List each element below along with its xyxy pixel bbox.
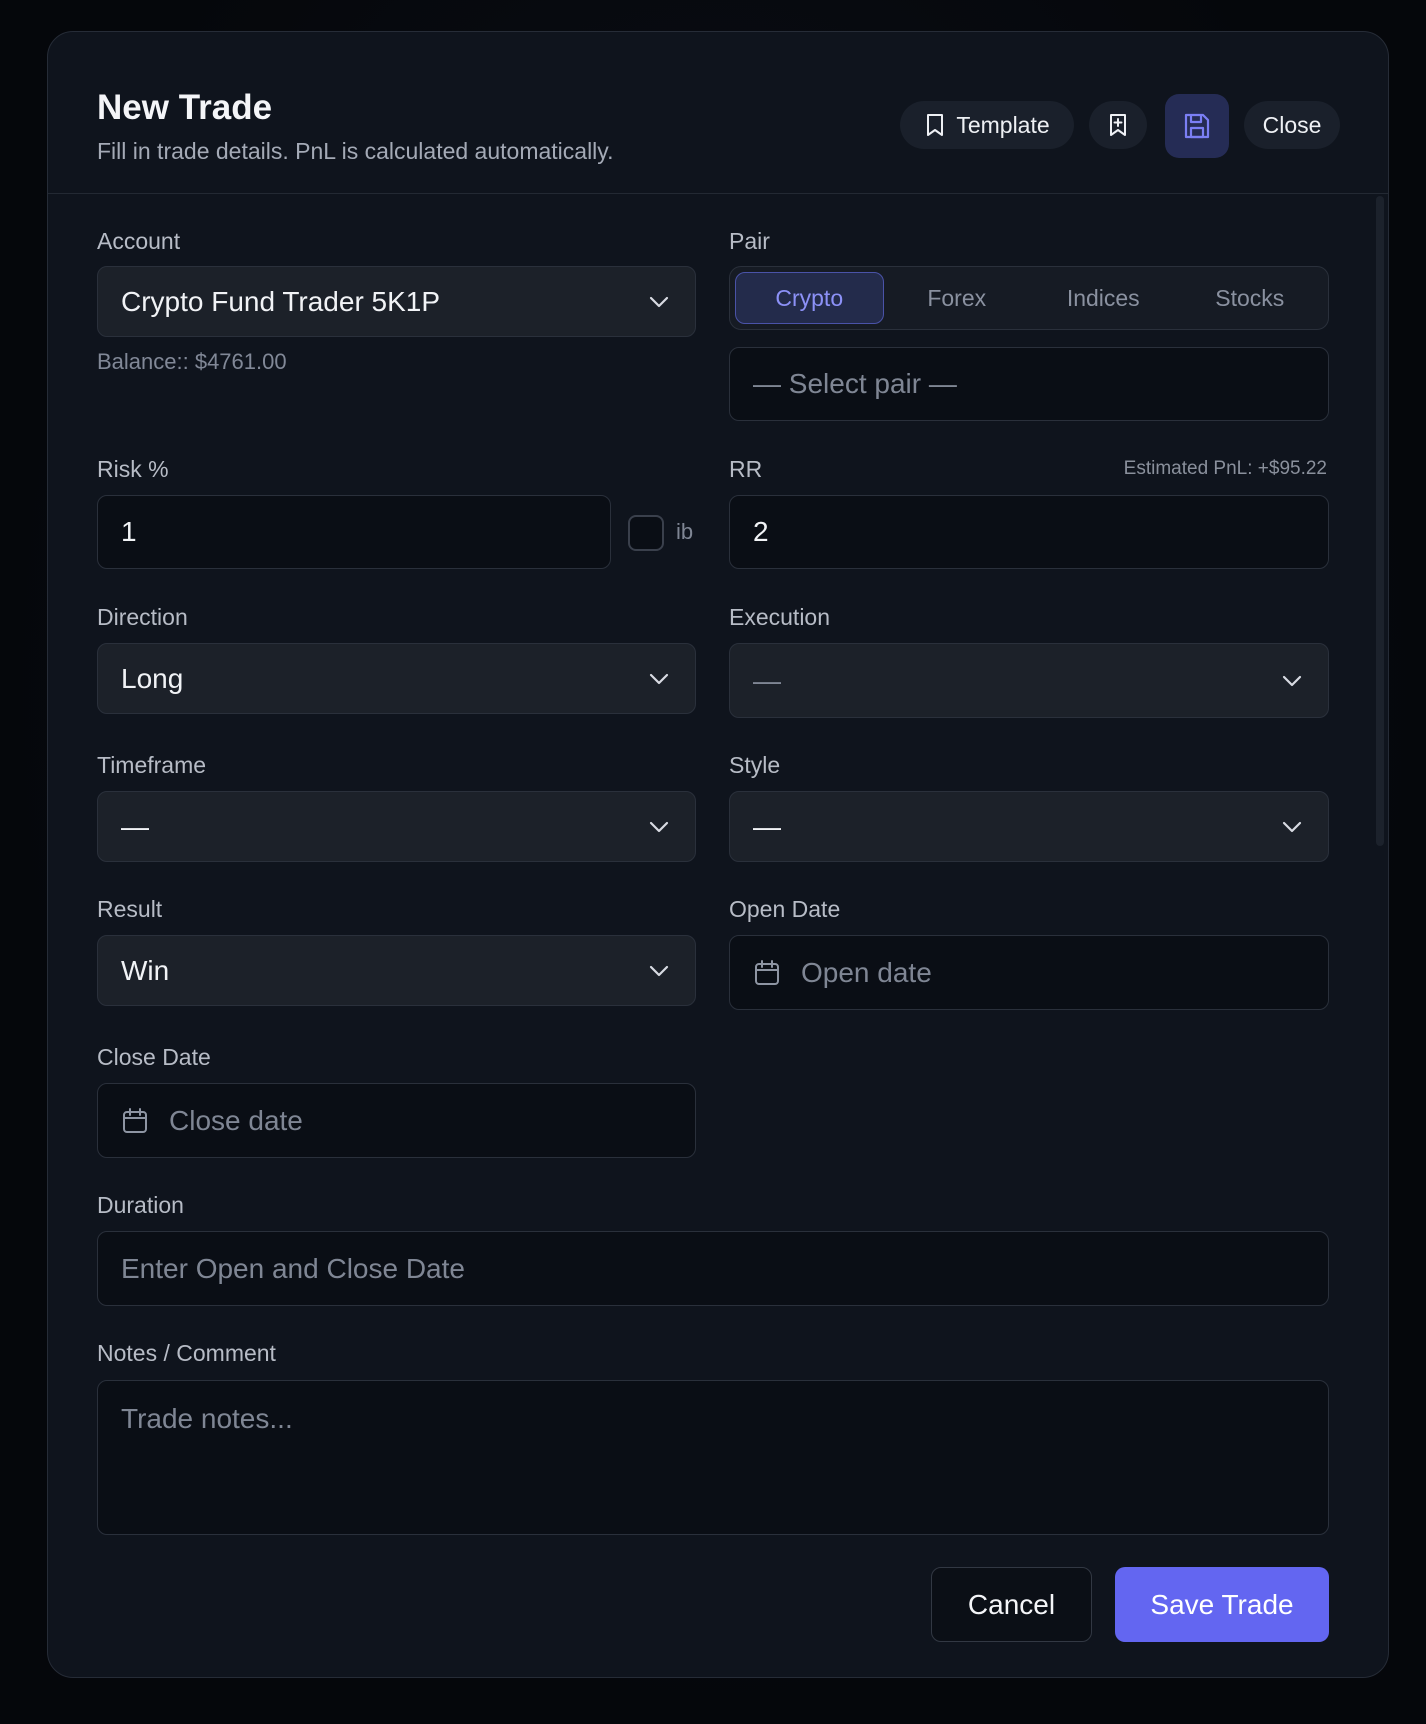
result-value: Win [121,954,170,986]
duration-label: Duration [97,1192,184,1218]
modal-title: New Trade [97,88,273,127]
chevron-down-icon [649,296,669,308]
tab-indices[interactable]: Indices [1030,272,1177,324]
result-label: Result [97,896,163,922]
account-select[interactable]: Crypto Fund Trader 5K1P [97,266,696,337]
estimated-pnl: Estimated PnL: +$95.22 [1123,458,1327,479]
timeframe-value: — [121,810,149,842]
rr-input[interactable]: 2 [729,495,1329,569]
new-trade-modal: New Trade Fill in trade details. PnL is … [47,31,1389,1678]
notes-textarea[interactable]: Trade notes... [97,1380,1329,1535]
timeframe-label: Timeframe [97,752,207,778]
execution-select[interactable]: — [729,643,1329,718]
duration-input[interactable]: Enter Open and Close Date [97,1231,1329,1306]
style-select[interactable]: — [729,791,1329,862]
tab-forex[interactable]: Forex [884,272,1031,324]
template-button[interactable]: Template [900,101,1074,149]
calendar-icon [753,959,781,987]
tab-crypto[interactable]: Crypto [735,272,884,324]
pair-select[interactable]: — Select pair — [729,347,1329,421]
open-date-label: Open Date [729,896,841,922]
template-button-label: Template [956,111,1050,138]
pair-label: Pair [729,228,770,254]
pair-placeholder: — Select pair — [753,368,957,399]
result-select[interactable]: Win [97,935,696,1006]
scrollbar[interactable] [1376,196,1384,846]
direction-label: Direction [97,604,188,630]
calendar-icon [121,1107,149,1135]
cancel-button[interactable]: Cancel [931,1567,1092,1642]
pair-category-tabs: Crypto Forex Indices Stocks [729,266,1329,330]
close-date-placeholder: Close date [169,1104,303,1136]
bookmark-plus-icon [1107,113,1129,137]
notes-placeholder: Trade notes... [121,1403,293,1434]
style-value: — [753,810,781,842]
rr-value: 2 [753,516,769,547]
close-button[interactable]: Close [1244,101,1340,149]
notes-label: Notes / Comment [97,1340,276,1366]
ib-checkbox[interactable] [628,515,664,551]
rr-label: RR [729,456,763,482]
timeframe-select[interactable]: — [97,791,696,862]
direction-select[interactable]: Long [97,643,696,714]
execution-label: Execution [729,604,831,630]
direction-value: Long [121,662,184,694]
chevron-down-icon [649,965,669,977]
bookmark-icon [924,113,946,137]
risk-value: 1 [121,516,137,547]
bookmark-add-button[interactable] [1089,101,1147,149]
execution-value: — [753,664,781,696]
style-label: Style [729,752,781,778]
account-balance: Balance:: $4761.00 [97,349,287,374]
chevron-down-icon [649,673,669,685]
tab-stocks[interactable]: Stocks [1177,272,1324,324]
chevron-down-icon [649,821,669,833]
chevron-down-icon [1282,675,1302,687]
account-value: Crypto Fund Trader 5K1P [121,285,441,317]
save-icon-button[interactable] [1165,94,1229,158]
risk-label: Risk % [97,456,169,482]
chevron-down-icon [1282,821,1302,833]
risk-input[interactable]: 1 [97,495,611,569]
ib-checkbox-label: ib [676,519,694,544]
save-trade-button[interactable]: Save Trade [1115,1567,1329,1642]
floppy-disk-icon [1182,111,1212,141]
close-date-label: Close Date [97,1044,211,1070]
open-date-input[interactable]: Open date [729,935,1329,1010]
account-label: Account [97,228,181,254]
open-date-placeholder: Open date [801,956,932,988]
modal-subtitle: Fill in trade details. PnL is calculated… [97,138,614,164]
modal-header: New Trade Fill in trade details. PnL is … [48,32,1388,194]
close-date-input[interactable]: Close date [97,1083,696,1158]
duration-placeholder: Enter Open and Close Date [121,1252,465,1284]
